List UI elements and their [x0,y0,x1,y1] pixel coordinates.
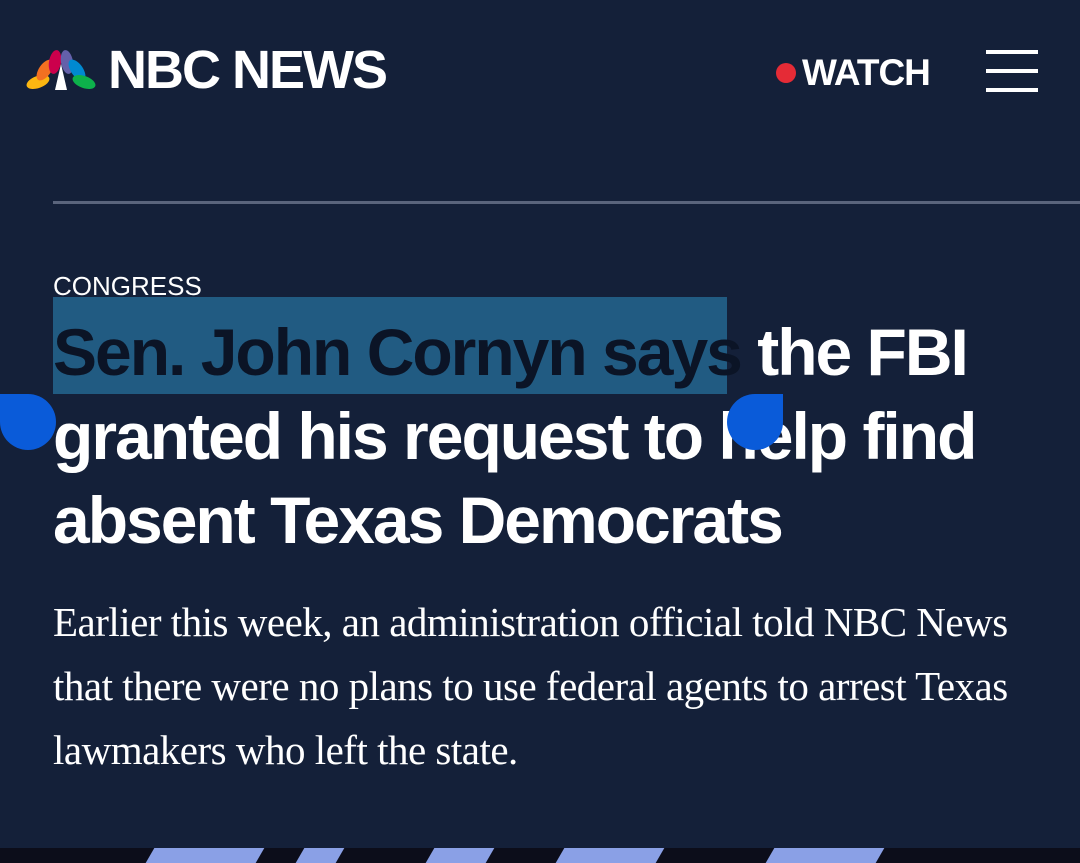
image-stripe [145,848,265,863]
menu-bar-middle [986,69,1038,73]
selection-start-handle[interactable] [0,394,56,450]
article-page: NBC NEWS WATCH CONGRESS Sen. John Cornyn… [0,0,1080,863]
site-header: NBC NEWS WATCH [0,0,1080,140]
menu-bar-top [986,50,1038,54]
image-stripe [425,848,495,863]
nbc-news-logo[interactable]: NBC NEWS [24,40,388,100]
hamburger-menu-icon[interactable] [986,48,1038,94]
image-stripe [555,848,665,863]
logo-wordmark: NBC NEWS [108,40,388,100]
headline-selected-text[interactable]: Sen. John Cornyn says [53,315,743,389]
hero-image-top-edge[interactable] [0,848,1080,863]
selection-end-handle[interactable] [727,394,783,450]
watch-label: WATCH [802,52,931,93]
menu-bar-bottom [986,88,1038,92]
image-stripe [295,848,345,863]
article-headline[interactable]: Sen. John Cornyn says the FBI granted hi… [53,310,1063,562]
watch-live-button[interactable]: WATCH [776,52,931,94]
image-stripe [765,848,885,863]
live-dot-icon [776,63,796,83]
nbc-peacock-icon [26,50,96,90]
article-dek[interactable]: Earlier this week, an administration off… [53,590,1043,782]
header-divider [53,201,1080,204]
